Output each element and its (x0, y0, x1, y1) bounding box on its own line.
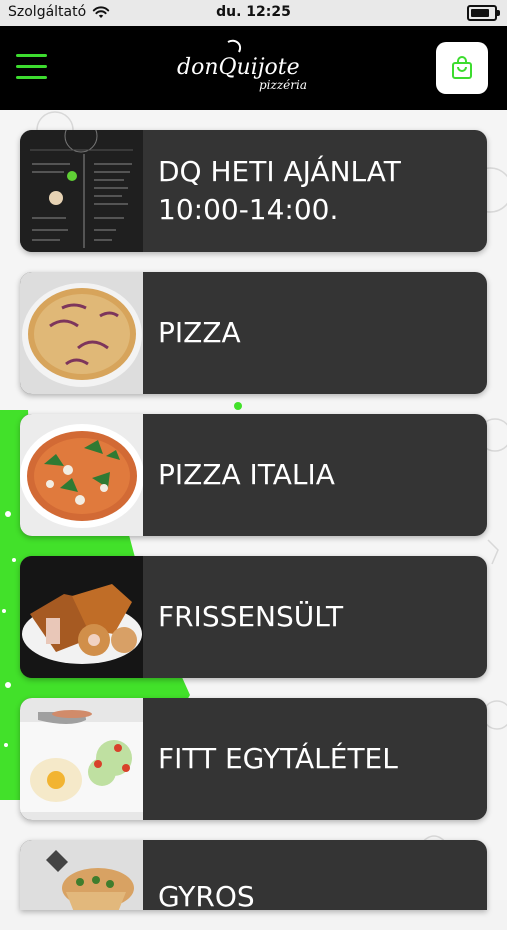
category-card-pizza[interactable]: PIZZA (20, 272, 487, 394)
pizza-image (20, 272, 143, 394)
category-label: PIZZA ITALIA (158, 458, 335, 491)
fit-meal-image (20, 698, 143, 820)
category-card-frissensult[interactable]: FRISSENSÜLT (20, 556, 487, 678)
hamburger-menu-icon (16, 54, 47, 57)
menu-button[interactable] (16, 54, 47, 80)
pizza-italia-image (20, 414, 143, 536)
status-bar: Szolgáltató du. 12:25 (0, 0, 507, 26)
category-label: FITT EGYTÁLÉTEL (158, 742, 398, 775)
cart-button[interactable] (436, 42, 488, 94)
category-card-weekly-offer[interactable]: DQ HETI AJÁNLAT 10:00-14:00. (20, 130, 487, 252)
shopping-bag-icon (452, 56, 472, 79)
fried-food-image (20, 556, 143, 678)
category-label: FRISSENSÜLT (158, 600, 344, 633)
logo-text: donQuijote (177, 55, 300, 80)
category-card-fitt-egytaletel[interactable]: FITT EGYTÁLÉTEL (20, 698, 487, 820)
logo-subtext: pizzéria (259, 78, 307, 92)
category-card-pizza-italia[interactable]: PIZZA ITALIA (20, 414, 487, 536)
logo: donQuijote pizzéria (177, 39, 307, 92)
category-label: DQ HETI AJÁNLAT 10:00-14:00. (158, 155, 401, 226)
category-label: GYROS (158, 880, 255, 910)
battery-icon (467, 5, 500, 21)
app-header: donQuijote pizzéria (0, 26, 507, 110)
category-label: PIZZA (158, 316, 241, 349)
status-time: du. 12:25 (216, 4, 291, 20)
category-list: DQ HETI AJÁNLAT 10:00-14:00. PIZZA PIZZA… (20, 130, 487, 930)
weekly-menu-board-image (20, 130, 143, 252)
